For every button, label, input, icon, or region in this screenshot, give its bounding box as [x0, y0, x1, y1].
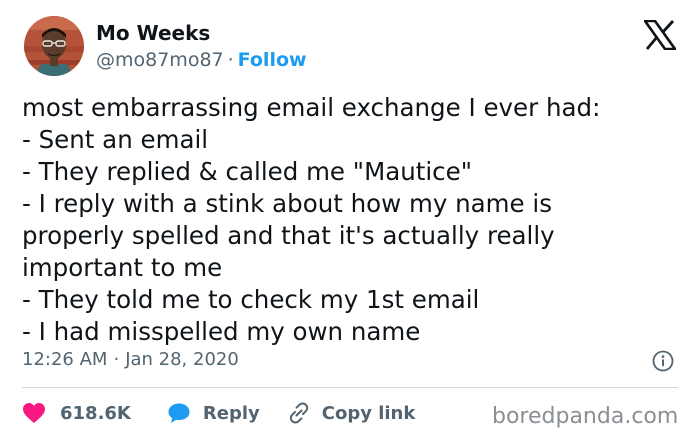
tweet-timestamp[interactable]: 12:26 AM · Jan 28, 2020: [22, 347, 239, 373]
reply-label: Reply: [202, 402, 260, 424]
speech-bubble-icon: [168, 403, 190, 423]
link-icon: [289, 402, 308, 424]
follow-button[interactable]: Follow: [238, 49, 307, 71]
avatar-image: [24, 16, 84, 76]
author-handle-row: @mo87mo87 · Follow: [96, 47, 307, 73]
tweet-card: Mo Weeks @mo87mo87 · Follow most embarrass…: [0, 0, 700, 440]
tweet-text: most embarrassing email exchange I ever …: [22, 92, 682, 348]
tweet-line: - I had misspelled my own name: [22, 317, 421, 346]
tweet-line: - They replied & called me "Mautice": [22, 157, 472, 186]
heart-icon: [23, 403, 45, 423]
tweet-line: - They told me to check my 1st email: [22, 285, 480, 314]
author-handle[interactable]: @mo87mo87: [96, 49, 224, 71]
info-icon[interactable]: [652, 350, 674, 372]
like-count: 618.6K: [60, 402, 131, 424]
tweet-line: properly spelled and that it's actually …: [22, 221, 555, 250]
tweet-line: - I reply with a stink about how my name…: [22, 189, 552, 218]
divider: [22, 387, 678, 388]
tweet-time: 12:26 AM: [22, 349, 108, 370]
action-bar: 618.6K Reply Copy link: [22, 398, 415, 428]
author-name[interactable]: Mo Weeks: [96, 20, 210, 46]
x-logo-icon[interactable]: [644, 20, 676, 50]
like-button[interactable]: 618.6K: [22, 402, 131, 424]
timestamp-separator: ·: [113, 349, 120, 370]
tweet-date: Jan 28, 2020: [125, 349, 239, 370]
reply-button[interactable]: Reply: [167, 402, 260, 424]
tweet-line: - Sent an email: [22, 125, 209, 154]
copy-link-button[interactable]: Copy link: [286, 402, 416, 424]
tweet-line: most embarrassing email exchange I ever …: [22, 93, 601, 122]
watermark: boredpanda.com: [492, 404, 679, 429]
avatar[interactable]: [24, 16, 84, 76]
handle-separator: ·: [227, 49, 234, 71]
tweet-line: important to me: [22, 253, 223, 282]
copy-link-label: Copy link: [321, 402, 416, 424]
